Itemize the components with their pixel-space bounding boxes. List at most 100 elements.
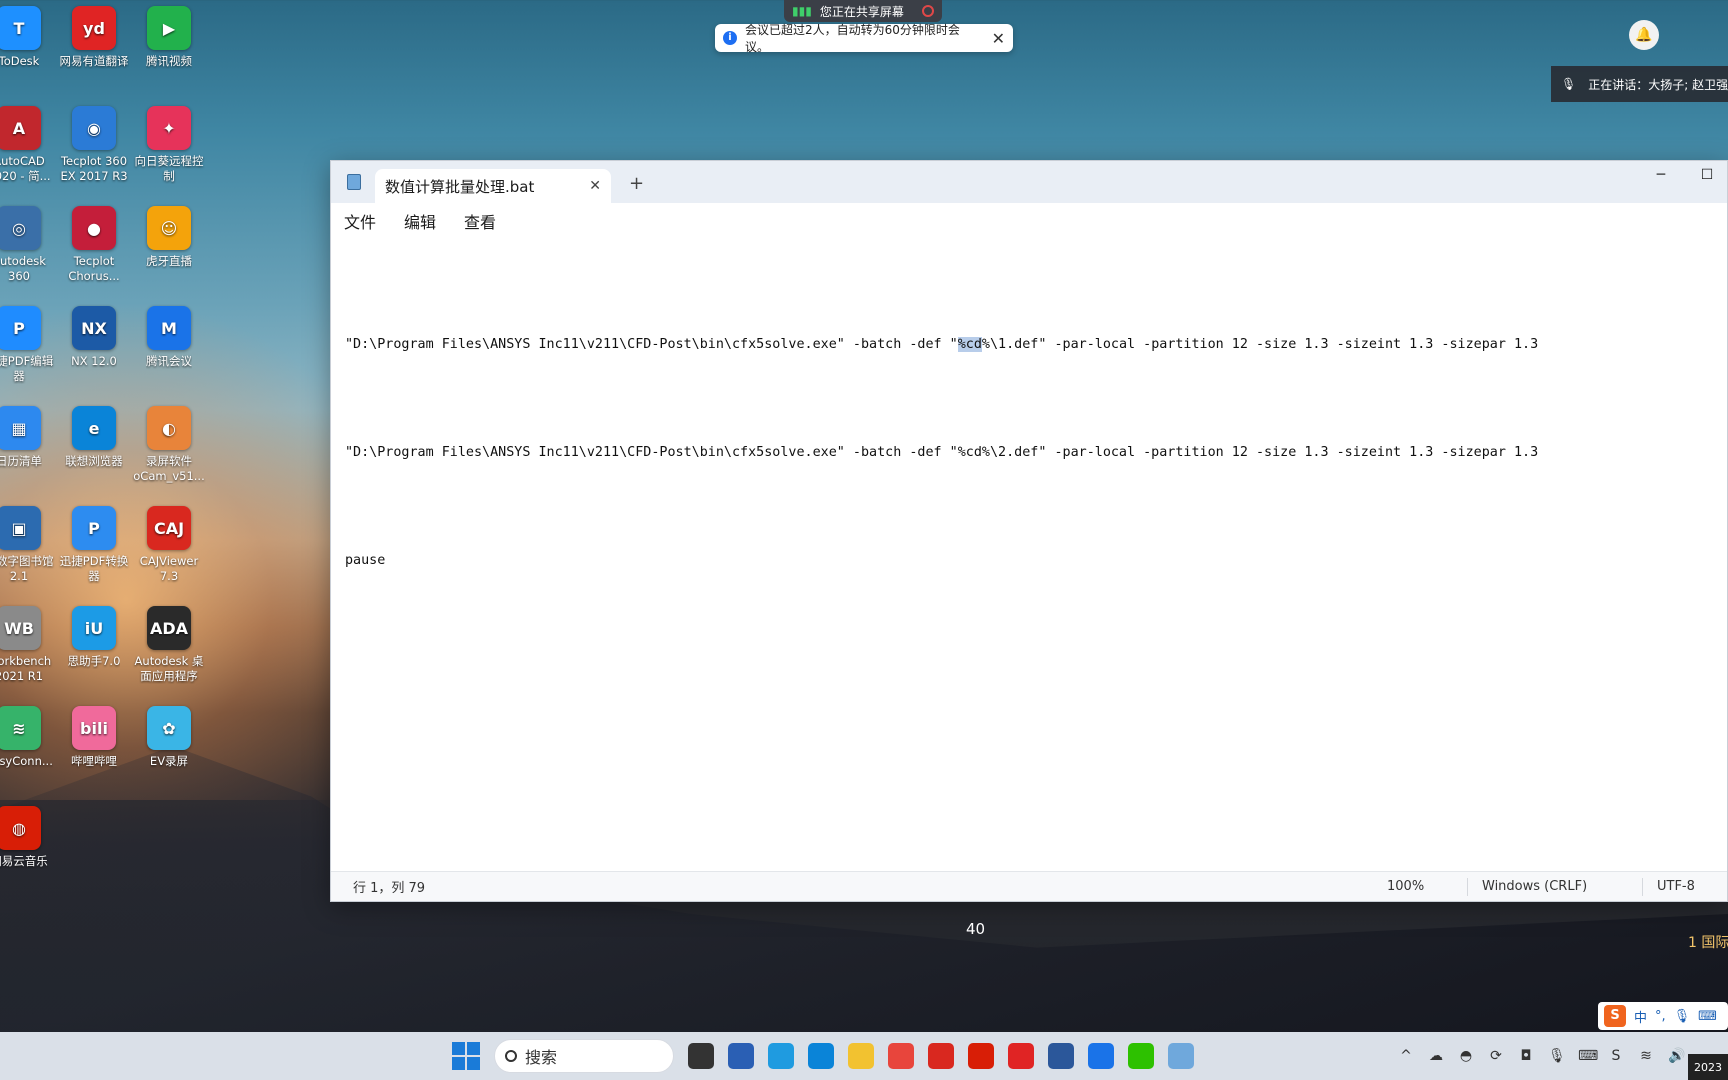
- desktop-icon[interactable]: M 腾讯会议: [132, 306, 206, 369]
- desktop-icon[interactable]: ✿ EV录屏: [132, 706, 206, 769]
- desktop-icon[interactable]: T ToDesk: [0, 6, 56, 69]
- word-icon[interactable]: [1048, 1043, 1074, 1069]
- desktop-icon[interactable]: A AutoCAD 2020 - 简...: [0, 106, 56, 184]
- volume-icon[interactable]: 🔊: [1668, 1048, 1685, 1064]
- file-explorer-icon[interactable]: [848, 1043, 874, 1069]
- desktop-icon[interactable]: ● Tecplot Chorus...: [57, 206, 131, 284]
- start-button[interactable]: [452, 1042, 480, 1070]
- netease-music-icon[interactable]: [968, 1043, 994, 1069]
- ime-punctuation-icon[interactable]: °,: [1655, 1009, 1666, 1024]
- maximize-button[interactable]: ☐: [1699, 167, 1715, 183]
- notepad-icon[interactable]: [1168, 1043, 1194, 1069]
- menu-file[interactable]: 文件: [344, 209, 376, 233]
- app-icon: CAJ: [147, 506, 191, 550]
- youdao-icon[interactable]: [1008, 1043, 1034, 1069]
- notepad-titlebar[interactable]: 数值计算批量处理.bat ✕ + ─ ☐: [331, 161, 1727, 203]
- sogou-ime-icon: S: [1604, 1005, 1626, 1027]
- desktop-icon-label: 联想浏览器: [65, 454, 123, 468]
- app-icon: ▣: [0, 506, 41, 550]
- encoding[interactable]: UTF-8: [1657, 879, 1727, 894]
- taskbar-search[interactable]: 搜索: [494, 1039, 674, 1073]
- line-ending[interactable]: Windows (CRLF): [1482, 879, 1642, 894]
- ime-voice-icon[interactable]: 🎙: [1674, 1009, 1691, 1024]
- notepad-app-icon: [347, 174, 361, 190]
- stop-sharing-icon[interactable]: [922, 5, 934, 17]
- desktop-icon-label: 向日葵远程控制: [134, 154, 204, 183]
- app-icon: ◐: [147, 406, 191, 450]
- desktop-icon[interactable]: ◎ Autodesk 360: [0, 206, 56, 284]
- line-1-text-before: "D:\Program Files\ANSYS Inc11\v211\CFD-P…: [345, 337, 958, 352]
- desktop-icon[interactable]: e 联想浏览器: [57, 406, 131, 469]
- chrome-icon[interactable]: [888, 1043, 914, 1069]
- ime-mode[interactable]: 中: [1634, 1007, 1647, 1026]
- desktop-icon-label: 迅捷PDF转换器: [59, 554, 129, 583]
- desktop-icon[interactable]: yd 网易有道翻译: [57, 6, 131, 69]
- sync-icon[interactable]: ⟳: [1488, 1048, 1504, 1064]
- desktop-icon[interactable]: ☺ 虎牙直播: [132, 206, 206, 269]
- app-icon: ◉: [72, 106, 116, 150]
- desktop-icon[interactable]: CAJ CAJViewer 7.3: [132, 506, 206, 584]
- cloud-icon[interactable]: ☁: [1428, 1048, 1444, 1064]
- menu-view[interactable]: 查看: [464, 209, 496, 233]
- ime-keyboard-icon[interactable]: ⌨: [1698, 1009, 1717, 1024]
- menu-edit[interactable]: 编辑: [404, 209, 436, 233]
- ime-toolbar[interactable]: S 中 °, 🎙 ⌨: [1598, 1002, 1728, 1030]
- desktop-icon[interactable]: ◐ 录屏软件 oCam_v51...: [132, 406, 206, 484]
- desktop-icon[interactable]: NX NX 12.0: [57, 306, 131, 369]
- desktop-icon-label: EasyConn...: [0, 754, 53, 768]
- desktop-icon-label: 网易有道翻译: [59, 54, 129, 68]
- desktop-icon[interactable]: ▦ 日历清单: [0, 406, 56, 469]
- tencent-meeting-icon[interactable]: [1088, 1043, 1114, 1069]
- desktop-icon[interactable]: ≋ EasyConn...: [0, 706, 56, 769]
- desktop-icon[interactable]: ✦ 向日葵远程控制: [132, 106, 206, 184]
- desktop-icon-label: 虎牙直播: [146, 254, 192, 268]
- desktop-icon[interactable]: iU 思助手7.0: [57, 606, 131, 669]
- desktop-icon-label: 思助手7.0: [67, 654, 121, 668]
- desktop-icon[interactable]: ▶ 腾讯视频: [132, 6, 206, 69]
- desktop-icon[interactable]: ◉ Tecplot 360 EX 2017 R3: [57, 106, 131, 184]
- desktop-icon-label: ToDesk: [0, 54, 40, 68]
- wechat-icon[interactable]: [1128, 1043, 1154, 1069]
- line-3-text: pause: [345, 553, 386, 568]
- ime-tray-icon[interactable]: ⌨: [1578, 1048, 1598, 1064]
- lenovo-browser-icon[interactable]: [808, 1043, 834, 1069]
- desktop-icon[interactable]: P 迅捷PDF编辑器: [0, 306, 56, 384]
- desktop-icon[interactable]: P 迅捷PDF转换器: [57, 506, 131, 584]
- store-icon[interactable]: [728, 1043, 754, 1069]
- status-divider: [1642, 877, 1643, 896]
- desktop-icon[interactable]: WB Workbench 2021 R1: [0, 606, 56, 684]
- text-editor[interactable]: "D:\Program Files\ANSYS Inc11\v211\CFD-P…: [331, 239, 1727, 859]
- zoom-level[interactable]: 100%: [1387, 879, 1467, 894]
- minimize-button[interactable]: ─: [1653, 167, 1669, 183]
- notification-bell-icon[interactable]: 🔔: [1629, 20, 1659, 50]
- new-tab-button[interactable]: +: [629, 173, 644, 194]
- sharing-status-text: 您正在共享屏幕: [819, 4, 904, 19]
- desktop-icon[interactable]: ▣ 人数字图书馆2.1: [0, 506, 56, 584]
- task-view-icon[interactable]: [688, 1043, 714, 1069]
- close-tab-icon[interactable]: ✕: [589, 178, 601, 194]
- menu-bar: 文件 编辑 查看: [331, 203, 1727, 239]
- tab-file[interactable]: 数值计算批量处理.bat ✕: [375, 169, 611, 203]
- app-icon: ☺: [147, 206, 191, 250]
- app-icon: WB: [0, 606, 41, 650]
- desktop-icon[interactable]: ADA Autodesk 桌面应用程序: [132, 606, 206, 684]
- close-notice-icon[interactable]: ✕: [992, 29, 1005, 48]
- app-icon: ◍: [0, 806, 41, 850]
- tray-app-icon[interactable]: ◘: [1518, 1048, 1534, 1064]
- clock[interactable]: 2023: [1688, 1054, 1728, 1080]
- screen-sharing-bar[interactable]: ▮▮▮ 您正在共享屏幕: [784, 0, 942, 22]
- cajviewer-icon[interactable]: [928, 1043, 954, 1069]
- app-icon: A: [0, 106, 41, 150]
- speaking-text: 正在讲话：大扬子; 赵卫强: [1588, 77, 1728, 92]
- chevron-up-icon[interactable]: ^: [1398, 1048, 1414, 1064]
- qq-icon[interactable]: ◓: [1458, 1048, 1474, 1064]
- desktop-icon[interactable]: bili 哔哩哔哩: [57, 706, 131, 769]
- desktop-icon[interactable]: ◍ 网易云音乐: [0, 806, 56, 869]
- edge-icon[interactable]: [768, 1043, 794, 1069]
- microphone-icon[interactable]: 🎙: [1548, 1048, 1566, 1064]
- sogou-tray-icon[interactable]: S: [1608, 1048, 1624, 1064]
- desktop-icon-label: 录屏软件 oCam_v51...: [133, 454, 205, 483]
- speaking-indicator: 🎙 正在讲话：大扬子; 赵卫强: [1551, 66, 1728, 102]
- wifi-icon[interactable]: ≋: [1638, 1048, 1654, 1064]
- desktop-icon-label: 腾讯会议: [146, 354, 192, 368]
